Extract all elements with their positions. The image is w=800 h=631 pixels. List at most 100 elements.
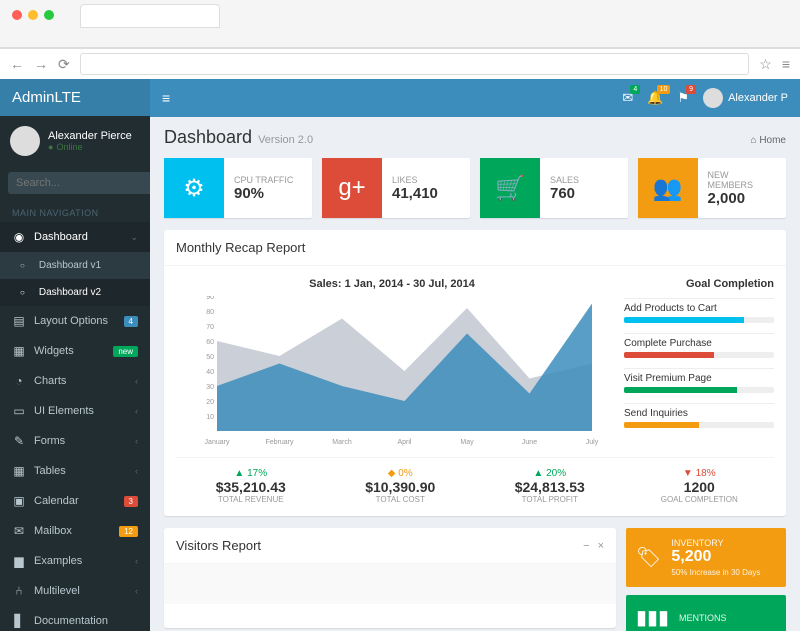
page-subtitle: Version 2.0 <box>258 134 313 146</box>
sidebar-item-dashboard-v2[interactable]: Dashboard v2 <box>0 279 150 306</box>
mail-icon[interactable]: ✉4 <box>622 90 633 106</box>
window-close-dot[interactable] <box>12 10 22 20</box>
search-input[interactable] <box>8 172 150 194</box>
tag-icon: 🏷 <box>636 545 661 570</box>
nav-label: Dashboard <box>34 231 88 243</box>
sidebar-item-forms[interactable]: ✎ Forms ‹ <box>0 426 150 456</box>
avatar <box>10 126 40 156</box>
stat-likes[interactable]: g+ LIKES41,410 <box>322 158 470 218</box>
chevron-left-icon: ‹ <box>135 406 138 416</box>
sidebar-item-calendar[interactable]: ▣ Calendar 3 <box>0 486 150 516</box>
goal-item: Visit Premium Page <box>624 368 774 393</box>
topbar-user[interactable]: Alexander P <box>703 88 788 108</box>
bell-icon[interactable]: 🔔10 <box>647 90 663 106</box>
recap-panel: Monthly Recap Report Sales: 1 Jan, 2014 … <box>164 230 786 516</box>
window-max-dot[interactable] <box>44 10 54 20</box>
sidebar-item-charts[interactable]: ◔ Charts ‹ <box>0 366 150 396</box>
browser-chrome <box>0 0 800 48</box>
nav-label: Tables <box>34 465 66 477</box>
stat-row: ⚙ CPU TRAFFIC90% g+ LIKES41,410 🛒 SALES7… <box>164 158 786 218</box>
table-icon: ▦ <box>12 464 26 478</box>
book-icon: ▋ <box>12 614 26 628</box>
stat-cpu[interactable]: ⚙ CPU TRAFFIC90% <box>164 158 312 218</box>
nav-label: Charts <box>34 375 66 387</box>
address-input[interactable] <box>80 53 750 75</box>
sidebar-item-ui[interactable]: ▭ UI Elements ‹ <box>0 396 150 426</box>
avatar <box>703 88 723 108</box>
total-cell: ◆ 0%$10,390.90TOTAL COST <box>326 468 476 504</box>
folder-icon: ▆ <box>12 554 26 568</box>
reload-icon[interactable]: ⟳ <box>58 56 70 73</box>
sidebar-item-tables[interactable]: ▦ Tables ‹ <box>0 456 150 486</box>
svg-text:90: 90 <box>206 296 214 301</box>
chevron-left-icon: ‹ <box>135 436 138 446</box>
chevron-left-icon: ‹ <box>135 376 138 386</box>
badge: 3 <box>124 496 138 507</box>
world-map[interactable] <box>164 564 616 604</box>
mentions-card[interactable]: ▮▮▮ MENTIONS <box>626 595 786 631</box>
stat-sales[interactable]: 🛒 SALES760 <box>480 158 628 218</box>
user-status: Online <box>48 142 132 152</box>
close-icon[interactable]: × <box>598 540 604 552</box>
sidebar-item-multilevel[interactable]: ⑃ Multilevel ‹ <box>0 576 150 606</box>
nav-label: Documentation <box>34 615 108 627</box>
breadcrumb[interactable]: ⌂ Home <box>751 135 787 146</box>
browser-tab[interactable] <box>80 4 220 28</box>
user-panel[interactable]: Alexander Pierce Online <box>0 116 150 166</box>
sidebar-item-dashboard-v1[interactable]: Dashboard v1 <box>0 252 150 279</box>
sidebar-item-widgets[interactable]: ▦ Widgets new <box>0 336 150 366</box>
user-name: Alexander P <box>728 92 788 104</box>
forward-icon[interactable]: → <box>34 56 48 72</box>
sidebar-item-layout[interactable]: ▤ Layout Options 4 <box>0 306 150 336</box>
svg-text:10: 10 <box>206 414 214 421</box>
nav-label: Forms <box>34 435 65 447</box>
svg-text:80: 80 <box>206 309 214 316</box>
visitors-panel: Visitors Report − × <box>164 528 616 628</box>
chevron-left-icon: ‹ <box>135 556 138 566</box>
gear-icon: ⚙ <box>164 158 224 218</box>
sidebar-item-examples[interactable]: ▆ Examples ‹ <box>0 546 150 576</box>
topbar: ≡ ✉4 🔔10 ⚑9 Alexander P <box>150 79 800 117</box>
inventory-card[interactable]: 🏷 INVENTORY 5,200 50% Increase in 30 Day… <box>626 528 786 587</box>
total-cell: ▲ 20%$24,813.53TOTAL PROFIT <box>475 468 625 504</box>
nav-label: Layout Options <box>34 315 108 327</box>
url-bar: ← → ⟳ ☆ ≡ <box>0 48 800 79</box>
back-icon[interactable]: ← <box>10 56 24 72</box>
minus-icon[interactable]: − <box>583 540 589 552</box>
sidebar-item-dashboard[interactable]: ◉ Dashboard ⌄ <box>0 222 150 252</box>
sidebar: AdminLTE Alexander Pierce Online 🔍 MAIN … <box>0 79 150 631</box>
svg-text:50: 50 <box>206 354 214 361</box>
nav-label: Mailbox <box>34 525 72 537</box>
nav-label: Multilevel <box>34 585 80 597</box>
th-icon: ▦ <box>12 344 26 358</box>
svg-text:40: 40 <box>206 369 214 376</box>
panel-title: Monthly Recap Report <box>176 240 305 255</box>
menu-icon[interactable]: ≡ <box>782 56 790 72</box>
sidebar-item-documentation[interactable]: ▋ Documentation <box>0 606 150 631</box>
goal-item: Send Inquiries <box>624 403 774 428</box>
star-icon[interactable]: ☆ <box>759 56 772 73</box>
hamburger-icon[interactable]: ≡ <box>162 90 170 106</box>
edit-icon: ✎ <box>12 434 26 448</box>
brand-logo[interactable]: AdminLTE <box>0 79 150 116</box>
chevron-down-icon: ⌄ <box>130 232 138 243</box>
svg-text:60: 60 <box>206 339 214 346</box>
chart-title: Sales: 1 Jan, 2014 - 30 Jul, 2014 <box>176 278 608 290</box>
svg-text:July: July <box>586 439 599 446</box>
badge: 4 <box>124 316 138 327</box>
svg-text:30: 30 <box>206 384 214 391</box>
stat-members[interactable]: 👥 NEW MEMBERS2,000 <box>638 158 786 218</box>
envelope-icon: ✉ <box>12 524 26 538</box>
total-cell: ▼ 18%1200GOAL COMPLETION <box>625 468 775 504</box>
nav-label: Widgets <box>34 345 74 357</box>
laptop-icon: ▭ <box>12 404 26 418</box>
bars-icon: ▮▮▮ <box>636 605 669 630</box>
svg-text:May: May <box>460 439 474 446</box>
badge: 12 <box>119 526 138 537</box>
window-min-dot[interactable] <box>28 10 38 20</box>
goal-item: Complete Purchase <box>624 333 774 358</box>
sidebar-item-mailbox[interactable]: ✉ Mailbox 12 <box>0 516 150 546</box>
nav-label: Examples <box>34 555 82 567</box>
goal-title: Goal Completion <box>624 278 774 290</box>
flag-icon[interactable]: ⚑9 <box>677 90 689 106</box>
